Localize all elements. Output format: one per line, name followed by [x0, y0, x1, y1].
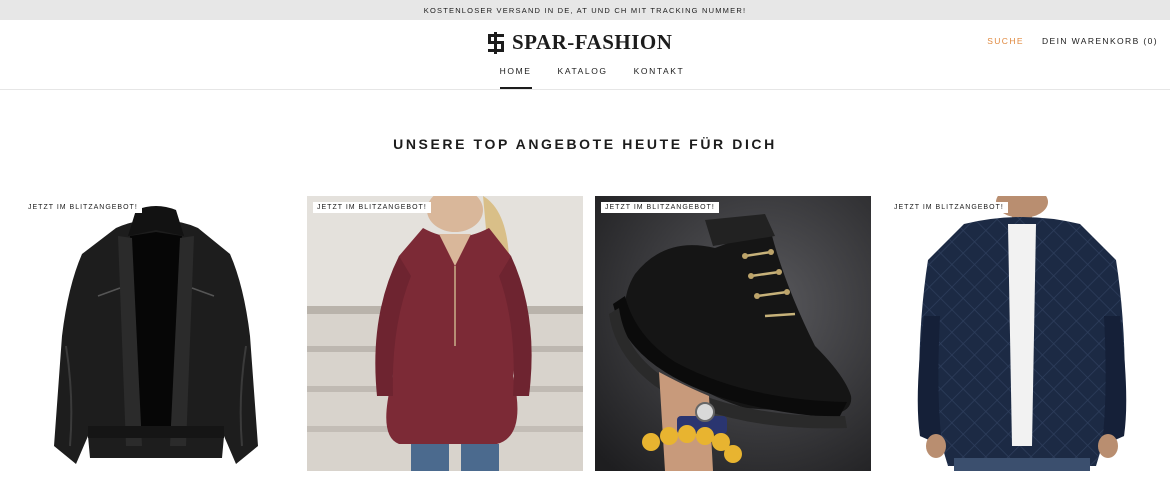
nav-kontakt[interactable]: KONTAKT [634, 66, 685, 89]
section-title: UNSERE TOP ANGEBOTE HEUTE FÜR DICH [393, 136, 777, 152]
announcement-text: KOSTENLOSER VERSAND IN DE, AT UND CH MIT… [423, 5, 747, 15]
announcement-bar: KOSTENLOSER VERSAND IN DE, AT UND CH MIT… [0, 0, 1170, 20]
flash-sale-badge: JETZT IM BLITZANGEBOT! [890, 202, 1008, 213]
brand-name: SPAR-FASHION [512, 30, 673, 54]
product-card-burgundy-tunic[interactable]: JETZT IM BLITZANGEBOT! [307, 196, 583, 471]
brand-mark-icon [488, 31, 504, 54]
product-card-black-boot[interactable]: JETZT IM BLITZANGEBOT! [595, 196, 871, 471]
brand-logo[interactable]: SPAR-FASHION [486, 30, 672, 55]
nav-home[interactable]: HOME [499, 66, 532, 89]
cart-link[interactable]: DEIN WARENKORB (0) [1042, 36, 1158, 46]
nav-katalog[interactable]: KATALOG [558, 66, 608, 89]
product-card-quilted-jacket[interactable]: JETZT IM BLITZANGEBOT! [884, 196, 1160, 471]
flash-sale-badge: JETZT IM BLITZANGEBOT! [601, 202, 719, 213]
flash-sale-badge: JETZT IM BLITZANGEBOT! [313, 202, 431, 213]
main-nav: HOME KATALOG KONTAKT [0, 66, 1170, 89]
flash-sale-badge: JETZT IM BLITZANGEBOT! [24, 202, 142, 213]
product-image-burgundy-tunic [307, 196, 583, 471]
product-card-leather-jacket[interactable]: JETZT IM BLITZANGEBOT! [18, 196, 294, 471]
product-grid: JETZT IM BLITZANGEBOT! JETZT IM BLITZANG… [18, 196, 1160, 471]
search-link[interactable]: SUCHE [987, 36, 1024, 46]
product-image-quilted-jacket [884, 196, 1160, 471]
header-actions: SUCHE DEIN WARENKORB (0) [987, 36, 1158, 46]
product-image-leather-jacket [18, 196, 294, 471]
product-image-black-boot [595, 196, 871, 471]
site-header: SPAR-FASHION HOME KATALOG KONTAKT SUCHE … [0, 20, 1170, 90]
